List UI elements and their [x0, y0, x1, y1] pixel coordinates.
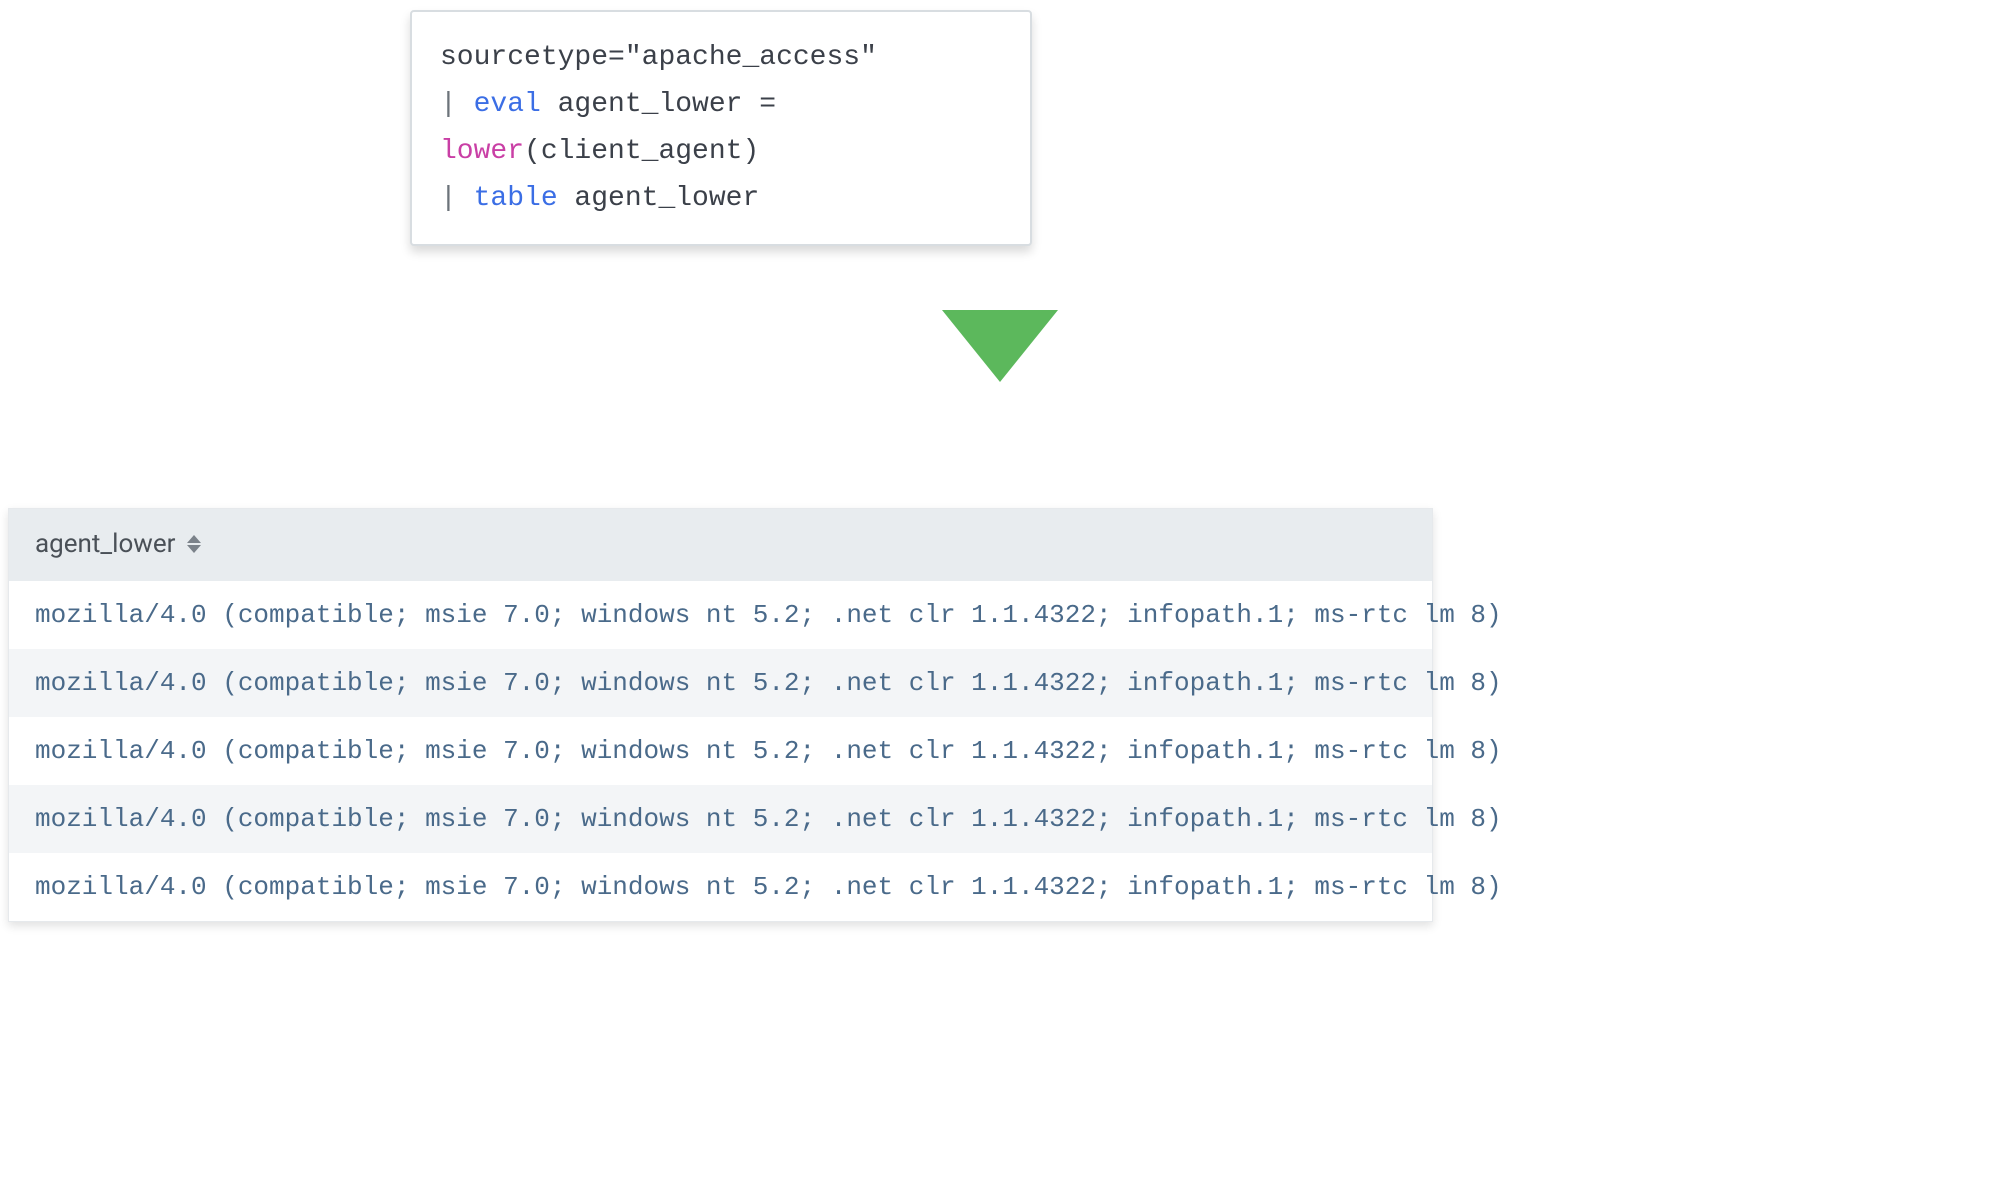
lower-function: lower [440, 136, 524, 167]
table-command: table [474, 183, 558, 214]
table-row[interactable]: mozilla/4.0 (compatible; msie 7.0; windo… [9, 717, 1432, 785]
pipe-symbol: | [440, 183, 474, 214]
table-args: agent_lower [558, 183, 760, 214]
column-header-agent-lower[interactable]: agent_lower [9, 509, 1432, 581]
sort-icon[interactable] [187, 535, 201, 553]
table-row[interactable]: mozilla/4.0 (compatible; msie 7.0; windo… [9, 649, 1432, 717]
query-line-2: | eval agent_lower = lower(client_agent) [440, 81, 1002, 175]
table-row[interactable]: mozilla/4.0 (compatible; msie 7.0; windo… [9, 853, 1432, 921]
query-line-3: | table agent_lower [440, 175, 1002, 222]
results-table: agent_lower mozilla/4.0 (compatible; msi… [8, 508, 1433, 922]
arrow-down-icon [942, 310, 1058, 382]
eval-assignment: agent_lower = [541, 89, 776, 120]
results-body: mozilla/4.0 (compatible; msie 7.0; windo… [9, 581, 1432, 921]
query-sourcetype-value: "apache_access" [625, 42, 877, 73]
search-query-box[interactable]: sourcetype="apache_access" | eval agent_… [410, 10, 1032, 246]
column-header-label: agent_lower [35, 529, 175, 559]
table-row[interactable]: mozilla/4.0 (compatible; msie 7.0; windo… [9, 581, 1432, 649]
query-sourcetype-key: sourcetype= [440, 42, 625, 73]
table-row[interactable]: mozilla/4.0 (compatible; msie 7.0; windo… [9, 785, 1432, 853]
query-line-1: sourcetype="apache_access" [440, 34, 1002, 81]
lower-args: (client_agent) [524, 136, 759, 167]
eval-command: eval [474, 89, 541, 120]
pipe-symbol: | [440, 89, 474, 120]
